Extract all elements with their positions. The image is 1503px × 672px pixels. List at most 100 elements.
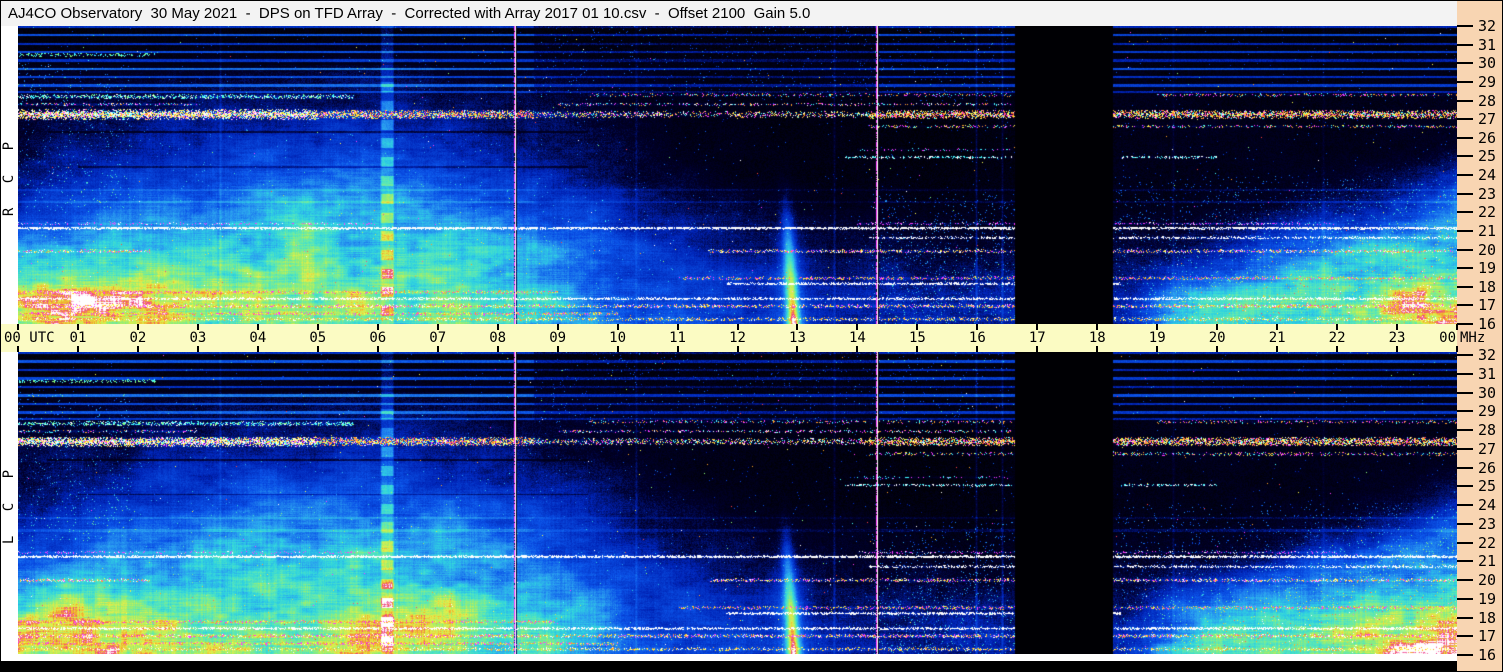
freq-tick-label-rcp: 22: [1478, 203, 1497, 222]
footer-bar: [1, 661, 1457, 671]
page-title: AJ4CO Observatory 30 May 2021 - DPS on T…: [8, 5, 811, 22]
time-tick-bottom: [436, 346, 439, 352]
freq-tick-label-rcp: 19: [1478, 259, 1497, 278]
time-tick-bottom: [496, 346, 499, 352]
freq-tick-label-rcp: 30: [1478, 54, 1497, 73]
time-tick-bottom: [736, 346, 739, 352]
freq-tick-lcp: [1457, 597, 1473, 600]
spectrogram-lcp-canvas: [18, 352, 1457, 654]
time-tick-bottom: [17, 346, 19, 352]
freq-tick-rcp: [1457, 229, 1473, 232]
title-bar: AJ4CO Observatory 30 May 2021 - DPS on T…: [1, 1, 1457, 26]
freq-tick-label-lcp: 19: [1478, 589, 1497, 608]
freq-tick-rcp: [1457, 192, 1473, 195]
time-tick-label: 16: [968, 330, 986, 346]
polarization-label-rcp: R C P: [1, 133, 18, 217]
freq-tick-label-lcp: 25: [1478, 477, 1497, 496]
time-tick-label: 03: [189, 330, 207, 346]
time-tick-label: 22: [1328, 330, 1346, 346]
freq-tick-lcp: [1457, 354, 1473, 356]
freq-tick-label-rcp: 29: [1478, 72, 1497, 91]
freq-tick-label-lcp: 29: [1478, 402, 1497, 421]
spectrogram-rcp-canvas: [18, 26, 1457, 324]
time-tick-label: 23: [1388, 330, 1406, 346]
freq-tick-rcp: [1457, 136, 1473, 139]
freq-tick-rcp: [1457, 211, 1473, 214]
freq-tick-label-rcp: 23: [1478, 184, 1497, 203]
time-tick-label: 19: [1148, 330, 1166, 346]
freq-tick-lcp: [1457, 616, 1473, 619]
freq-tick-rcp: [1457, 118, 1473, 121]
polarization-label-lcp: L C P: [1, 461, 18, 545]
freq-tick-label-rcp: 25: [1478, 147, 1497, 166]
freq-tick-label-lcp: 28: [1478, 421, 1497, 439]
freq-tick-label-lcp: 20: [1478, 571, 1497, 589]
time-tick-label: 02: [129, 330, 147, 346]
time-tick-label: 21: [1268, 330, 1286, 346]
freq-tick-rcp: [1457, 43, 1473, 46]
time-axis-end-label: 00: [1439, 330, 1456, 346]
freq-tick-label-rcp: 16: [1478, 315, 1497, 333]
time-tick-bottom: [1216, 346, 1219, 352]
freq-tick-rcp: [1457, 62, 1473, 65]
freq-tick-lcp: [1457, 635, 1473, 638]
time-tick-label: 14: [848, 330, 866, 346]
freq-tick-label-lcp: 23: [1478, 514, 1497, 533]
time-tick-label: 01: [69, 330, 87, 346]
freq-tick-rcp: [1457, 285, 1473, 288]
time-tick-bottom: [1096, 346, 1099, 352]
time-tick-bottom: [976, 346, 979, 352]
freq-tick-label-rcp: 21: [1478, 221, 1497, 240]
freq-tick-rcp: [1457, 304, 1473, 307]
time-tick-label: 06: [369, 330, 387, 346]
freq-tick-rcp: [1457, 25, 1473, 27]
time-tick-label: 05: [309, 330, 327, 346]
time-tick-label: 18: [1088, 330, 1106, 346]
time-tick-label: 17: [1028, 330, 1046, 346]
time-tick-bottom: [376, 346, 379, 352]
freq-tick-label-rcp: 26: [1478, 128, 1497, 147]
freq-tick-lcp: [1457, 541, 1473, 544]
freq-tick-label-rcp: 17: [1478, 296, 1497, 315]
time-tick-bottom: [856, 346, 859, 352]
time-tick-bottom: [256, 346, 259, 352]
time-tick-label: 08: [489, 330, 507, 346]
freq-tick-lcp: [1457, 654, 1473, 656]
freq-tick-label-lcp: 18: [1478, 608, 1497, 627]
time-tick-label: 10: [609, 330, 626, 346]
freq-tick-rcp: [1457, 248, 1473, 251]
time-tick-label: 20: [1208, 330, 1226, 346]
freq-tick-lcp: [1457, 485, 1473, 488]
time-tick-bottom: [796, 346, 799, 352]
time-tick-bottom: [676, 346, 679, 352]
time-tick-bottom: [916, 346, 919, 352]
freq-tick-label-rcp: 28: [1478, 91, 1497, 110]
freq-tick-rcp: [1457, 323, 1473, 325]
freq-tick-label-lcp: 26: [1478, 458, 1497, 477]
freq-tick-lcp: [1457, 372, 1473, 375]
freq-tick-label-rcp: 24: [1478, 166, 1497, 184]
freq-tick-label-lcp: 22: [1478, 533, 1497, 552]
time-tick-bottom: [1156, 346, 1159, 352]
time-tick-label: 11: [669, 330, 686, 346]
freq-tick-lcp: [1457, 391, 1473, 394]
time-tick-bottom: [136, 346, 139, 352]
freq-tick-lcp: [1457, 466, 1473, 469]
freq-tick-lcp: [1457, 504, 1473, 506]
time-tick-label: 15: [908, 330, 926, 346]
freq-tick-label-rcp: 32: [1478, 17, 1497, 35]
freq-tick-label-rcp: 31: [1478, 35, 1497, 54]
freq-tick-rcp: [1457, 155, 1473, 158]
time-tick-bottom: [1336, 346, 1339, 352]
freq-tick-label-lcp: 16: [1478, 646, 1497, 664]
freq-tick-label-lcp: 27: [1478, 439, 1497, 458]
freq-tick-label-lcp: 32: [1478, 346, 1497, 364]
freq-tick-label-lcp: 31: [1478, 364, 1497, 383]
freq-tick-rcp: [1457, 267, 1473, 270]
app-window: AJ4CO Observatory 30 May 2021 - DPS on T…: [0, 0, 1503, 672]
time-tick-label: 09: [549, 330, 567, 346]
time-tick-label: 12: [729, 330, 746, 346]
freq-tick-lcp: [1457, 410, 1473, 413]
time-tick-label: 04: [249, 330, 267, 346]
freq-tick-label-lcp: 30: [1478, 383, 1497, 402]
